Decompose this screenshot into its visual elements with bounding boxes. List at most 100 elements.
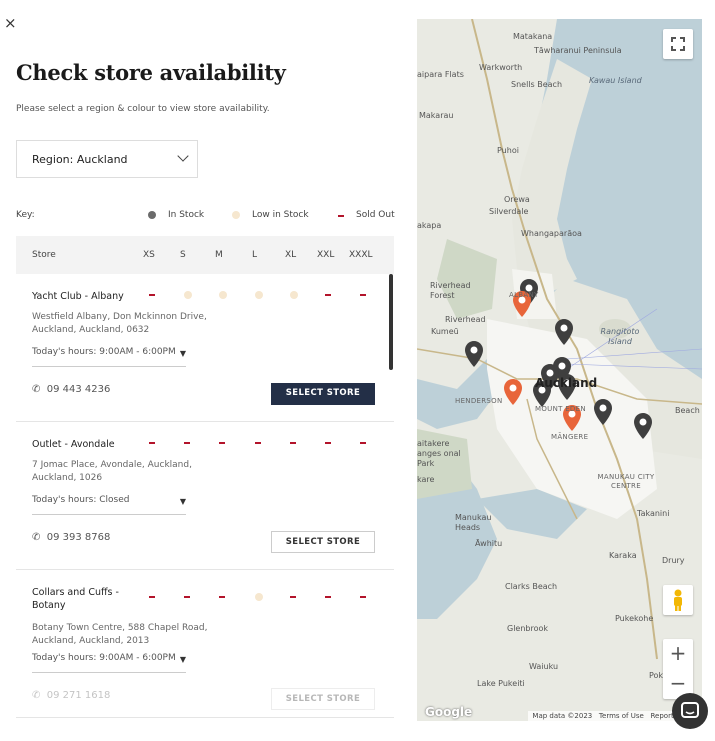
map-label: Auckland — [535, 376, 598, 390]
key-low-stock: Low in Stock — [252, 210, 309, 220]
availability-row — [16, 290, 394, 300]
sold-out-dash-icon — [338, 214, 344, 217]
fullscreen-icon — [671, 37, 685, 51]
list-scrollbar[interactable] — [389, 274, 393, 370]
map-label: Makarau — [419, 111, 454, 120]
store-list[interactable]: Yacht Club - Albany Westfield Albany, Do… — [16, 274, 394, 720]
close-icon[interactable]: × — [4, 16, 18, 31]
map-label: Drury — [662, 556, 685, 565]
store-phone[interactable]: ✆ 09 271 1618 — [32, 690, 110, 701]
select-store-button[interactable]: SELECT STORE — [271, 531, 375, 553]
map-label: Karaka — [609, 551, 637, 560]
map-label: Riverhead — [445, 315, 486, 324]
chat-button[interactable] — [672, 693, 708, 729]
terms-link[interactable]: Terms of Use — [599, 712, 644, 720]
page-subtitle: Please select a region & colour to view … — [16, 104, 270, 114]
store-address: 7 Jomac Place, Avondale, Auckland, Auckl… — [32, 460, 192, 483]
store-address: Botany Town Centre, 588 Chapel Road, Auc… — [32, 623, 208, 646]
google-logo: Google — [425, 705, 473, 719]
map-label: Mount Eden — [535, 405, 586, 413]
header-size: S — [180, 250, 186, 260]
availability-row — [16, 438, 394, 448]
sold-out-dash-icon — [325, 442, 331, 444]
store-hours-dropdown[interactable]: Today's hours: 9:00AM - 6:00PM ▼ — [32, 653, 186, 673]
low-stock-dot-icon — [255, 593, 263, 601]
map-label: Henderson — [455, 397, 503, 405]
zoom-in-button[interactable]: + — [663, 639, 693, 669]
phone-icon: ✆ — [32, 690, 41, 701]
sold-out-dash-icon — [290, 596, 296, 598]
map-label: Puhoi — [497, 146, 519, 155]
store-map[interactable]: Matakana Tāwharanui Peninsula Warkworth … — [417, 19, 702, 721]
map-label: Snells Beach — [511, 80, 563, 89]
map-label: Takanini — [637, 509, 670, 518]
sold-out-dash-icon — [360, 596, 366, 598]
select-store-button[interactable]: SELECT STORE — [271, 383, 375, 405]
sold-out-dash-icon — [184, 442, 190, 444]
pegman-icon — [674, 589, 682, 611]
sold-out-dash-icon — [184, 596, 190, 598]
map-label: Orewa — [504, 195, 530, 204]
store-item: Collars and Cuffs - Botany Botany Town C… — [16, 570, 394, 718]
map-label: Manukau City Centre — [597, 473, 655, 490]
sold-out-dash-icon — [325, 596, 331, 598]
sold-out-dash-icon — [255, 442, 261, 444]
map-label: Māngere — [551, 433, 589, 441]
low-stock-dot-icon — [255, 291, 263, 299]
map-label: Warkworth — [479, 63, 523, 72]
in-stock-dot-icon — [148, 210, 156, 219]
low-stock-dot-icon — [219, 291, 227, 299]
map-label: Glenbrook — [507, 624, 549, 633]
low-stock-dot-icon — [184, 291, 192, 299]
sold-out-dash-icon — [149, 596, 155, 598]
map-background — [417, 19, 702, 660]
select-store-button[interactable]: SELECT STORE — [271, 688, 375, 710]
map-label: Matakana — [513, 32, 553, 41]
map-label: Kumeū — [431, 327, 459, 336]
map-label: Pukekohe — [615, 614, 654, 623]
header-size: XL — [285, 250, 297, 260]
sold-out-dash-icon — [149, 294, 155, 296]
map-label: Whangaparāoa — [521, 229, 582, 238]
store-phone[interactable]: ✆ 09 443 4236 — [32, 384, 110, 395]
region-select[interactable]: Region: Auckland — [16, 140, 198, 178]
map-label: Rangitoto Island — [600, 327, 640, 346]
store-hours: Today's hours: 9:00AM - 6:00PM — [32, 653, 176, 663]
map-label: Silverdale — [489, 207, 529, 216]
availability-key: Key: In Stock Low in Stock Sold Out — [16, 210, 396, 224]
map-label: Tāwharanui Peninsula — [534, 46, 622, 55]
header-size: L — [252, 250, 258, 260]
header-size: XS — [143, 250, 155, 260]
chevron-down-icon — [177, 150, 189, 162]
sold-out-dash-icon — [290, 442, 296, 444]
region-select-value: Region: Auckland — [32, 153, 128, 166]
map-label: Clarks Beach — [505, 582, 558, 591]
map-label: aipara Flats — [417, 70, 464, 79]
phone-icon: ✆ — [32, 384, 41, 395]
map-label: Lake Pukeiti — [477, 679, 525, 688]
zoom-control: + − — [663, 639, 693, 699]
caret-down-icon: ▼ — [179, 655, 186, 664]
page-title: Check store availability — [16, 60, 286, 85]
map-label: Āwhitu — [475, 539, 503, 548]
key-sold-out: Sold Out — [356, 210, 395, 220]
map-label: akapa — [417, 221, 442, 230]
sold-out-dash-icon — [149, 442, 155, 444]
street-view-button[interactable] — [663, 585, 693, 615]
chat-icon — [681, 702, 699, 718]
sold-out-dash-icon — [219, 596, 225, 598]
map-label: Beach — [675, 406, 700, 415]
fullscreen-button[interactable] — [663, 29, 693, 59]
store-hours-dropdown[interactable]: Today's hours: Closed ▼ — [32, 495, 186, 515]
availability-row — [16, 592, 394, 602]
store-address: Westfield Albany, Don Mckinnon Drive, Au… — [32, 312, 207, 335]
sold-out-dash-icon — [360, 442, 366, 444]
store-phone[interactable]: ✆ 09 393 8768 — [32, 532, 110, 543]
store-hours-dropdown[interactable]: Today's hours: 9:00AM - 6:00PM ▼ — [32, 347, 186, 367]
sold-out-dash-icon — [219, 442, 225, 444]
map-label: Manukau Heads — [455, 513, 492, 532]
store-pin-icon[interactable] — [465, 341, 483, 367]
key-label: Key: — [16, 210, 35, 220]
sold-out-dash-icon — [325, 294, 331, 296]
header-size: XXXL — [349, 250, 373, 260]
